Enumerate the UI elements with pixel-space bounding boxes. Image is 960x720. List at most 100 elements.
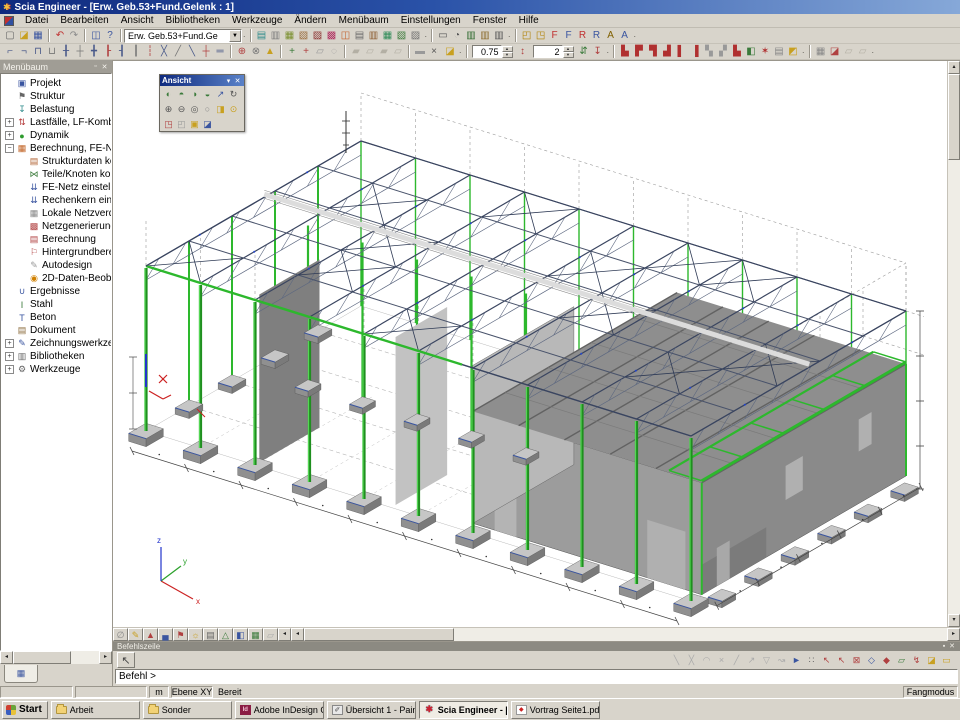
tree-item-stahl[interactable]: IStahl bbox=[1, 298, 111, 311]
toolbar-icon[interactable]: ◇ bbox=[864, 653, 879, 668]
view-top-icon[interactable]: ◒ bbox=[201, 87, 214, 100]
zoom-in-icon[interactable]: ⊕ bbox=[162, 102, 175, 115]
toolbar-icon[interactable]: ◪ bbox=[443, 45, 457, 59]
help-icon[interactable]: ? bbox=[103, 29, 117, 43]
mesh-view-icon[interactable]: ▦ bbox=[248, 628, 263, 641]
ansicht-palette-header[interactable]: Ansicht ▾ ✕ bbox=[160, 75, 244, 86]
task-vortrag-seite1-pdf-[interactable]: ◆Vortrag Seite1.pdf ... bbox=[511, 701, 600, 719]
toolbar-icon[interactable]: ▙ bbox=[618, 45, 632, 59]
scroll-thumb[interactable] bbox=[948, 74, 960, 160]
toolbar-icon[interactable]: ▰ bbox=[377, 45, 391, 59]
menu-datei[interactable]: Datei bbox=[19, 14, 54, 27]
toolbar-icon[interactable]: ▰ bbox=[349, 45, 363, 59]
menu-einstellungen[interactable]: Einstellungen bbox=[395, 14, 467, 27]
toolbar-icon[interactable]: ▧ bbox=[297, 29, 311, 43]
toolbar-icon[interactable]: ▤ bbox=[353, 29, 367, 43]
toolbar-icon[interactable]: ▱ bbox=[842, 45, 856, 59]
tree-item-projekt[interactable]: ▣Projekt bbox=[1, 77, 111, 90]
tree-item-dokument[interactable]: ▤Dokument bbox=[1, 324, 111, 337]
toolbar-icon[interactable]: R bbox=[576, 29, 590, 43]
tree-item-lastfälle-lf-kombinationen[interactable]: +⇅Lastfälle, LF-Kombinationen bbox=[1, 116, 111, 129]
project-combo[interactable]: Erw. Geb.53+Fund.Ge ▼ bbox=[124, 29, 242, 43]
close-icon[interactable]: ✕ bbox=[233, 77, 242, 85]
toolbar-icon[interactable]: ◳ bbox=[534, 29, 548, 43]
task-sonder[interactable]: Sonder bbox=[143, 701, 232, 719]
command-input[interactable]: Befehl > bbox=[115, 669, 958, 684]
toolbar-icon[interactable]: ▲ bbox=[263, 45, 277, 59]
scroll-thumb[interactable] bbox=[13, 651, 71, 664]
toolbar-icon[interactable]: R bbox=[590, 29, 604, 43]
collapse-icon[interactable]: − bbox=[5, 144, 14, 153]
start-button[interactable]: Start bbox=[2, 701, 48, 719]
tree-item-belastung[interactable]: ↧Belastung bbox=[1, 103, 111, 116]
entity-icon[interactable]: ▲ bbox=[143, 628, 158, 641]
scroll-right-icon[interactable]: ▸ bbox=[947, 628, 960, 641]
task-übersicht-1-paint[interactable]: ✐Übersicht 1 - Paint bbox=[327, 701, 416, 719]
toolbar-icon[interactable]: ↖ bbox=[834, 653, 849, 668]
toolbar-icon[interactable]: ▦ bbox=[814, 45, 828, 59]
toolbar-icon[interactable]: ╂ bbox=[59, 45, 73, 59]
light-icon[interactable]: ⊙ bbox=[227, 102, 240, 115]
toolbar-icon[interactable]: ▧ bbox=[395, 29, 409, 43]
toolbar-icon[interactable]: ▐ bbox=[688, 45, 702, 59]
toolbar-icon[interactable]: F bbox=[548, 29, 562, 43]
tree-item-berechnung[interactable]: ▤Berechnung bbox=[1, 233, 111, 246]
result-chart-icon[interactable]: ▄ bbox=[158, 628, 173, 641]
title-bar[interactable]: ✱ Scia Engineer - [Erw. Geb.53+Fund.Gele… bbox=[0, 0, 960, 14]
blank-icon[interactable]: ▱ bbox=[263, 628, 278, 641]
expand-icon[interactable]: + bbox=[5, 131, 14, 140]
menu-tree-header[interactable]: Menübaum ▫ ✕ bbox=[0, 60, 112, 73]
tree-item-2d-daten-beobachter[interactable]: ◉2D-Daten-Beobachter bbox=[1, 272, 111, 285]
zoom-out-icon[interactable]: ⊖ bbox=[175, 102, 188, 115]
toolbar-icon[interactable]: ▱ bbox=[856, 45, 870, 59]
scroll-thumb[interactable] bbox=[304, 628, 454, 641]
toolbar-icon[interactable]: ▥ bbox=[367, 29, 381, 43]
print-view-icon[interactable]: ▤ bbox=[203, 628, 218, 641]
toolbar-icon[interactable]: ↯ bbox=[909, 653, 924, 668]
toolbar-icon[interactable]: ▥ bbox=[269, 29, 283, 43]
scroll-up-icon[interactable]: ▴ bbox=[948, 61, 960, 74]
toolbar-icon[interactable]: + bbox=[299, 45, 313, 59]
toolbar-icon[interactable]: A bbox=[604, 29, 618, 43]
toolbar-icon[interactable]: ▟ bbox=[660, 45, 674, 59]
count-spinner[interactable]: 2 ▲▼ bbox=[533, 45, 574, 58]
toolbar-icon[interactable]: ↖ bbox=[819, 653, 834, 668]
close-icon[interactable]: ✕ bbox=[100, 63, 109, 71]
toolbar-icon[interactable]: ┃ bbox=[129, 45, 143, 59]
toolbar-icon[interactable]: × bbox=[427, 45, 441, 59]
toolbar-icon[interactable]: A bbox=[618, 29, 632, 43]
scroll-right-icon[interactable]: ▸ bbox=[99, 651, 112, 664]
tree-item-hintergrundberechnung[interactable]: ⚐Hintergrundberechnung bbox=[1, 246, 111, 259]
toolbar-icon[interactable]: × bbox=[714, 653, 729, 668]
scroll-down-icon[interactable]: ▾ bbox=[948, 614, 960, 627]
menu-bibliotheken[interactable]: Bibliotheken bbox=[160, 14, 226, 27]
ansicht-palette[interactable]: Ansicht ▾ ✕ ◐◓◑◒↗↻ ⊕⊖◎○◨⊙ ◳◰▣◪ bbox=[159, 74, 245, 132]
task-scia-engineer-[interactable]: ✱Scia Engineer - [... bbox=[419, 701, 508, 719]
toolbar-icon[interactable]: ◠ bbox=[699, 653, 714, 668]
toolbar-icon[interactable]: ┼ bbox=[199, 45, 213, 59]
print-icon[interactable]: ▭ bbox=[436, 29, 450, 43]
tree-item-beton[interactable]: TBeton bbox=[1, 311, 111, 324]
view-side-icon[interactable]: ◑ bbox=[188, 87, 201, 100]
undo-icon[interactable]: ↶ bbox=[53, 29, 67, 43]
tree-item-autodesign[interactable]: ✎Autodesign bbox=[1, 259, 111, 272]
tree-item-bibliotheken[interactable]: +▥Bibliotheken bbox=[1, 350, 111, 363]
toolbar-icon[interactable]: ╋ bbox=[87, 45, 101, 59]
light-mode-icon[interactable]: ☼ bbox=[188, 628, 203, 641]
toolbar-icon[interactable]: ↗ bbox=[744, 653, 759, 668]
menu-bearbeiten[interactable]: Bearbeiten bbox=[54, 14, 114, 27]
toolbar-icon[interactable]: + bbox=[285, 45, 299, 59]
strip-scroll-left-icon[interactable]: ◂ bbox=[278, 628, 291, 641]
toolbar-icon[interactable]: ↝ bbox=[774, 653, 789, 668]
menu-ändern[interactable]: Ändern bbox=[288, 14, 332, 27]
view-params-icon[interactable]: ◳ bbox=[162, 117, 175, 130]
toolbar-icon[interactable]: ▦ bbox=[381, 29, 395, 43]
view-iso-icon[interactable]: ◐ bbox=[162, 87, 175, 100]
scroll-left-icon[interactable]: ◂ bbox=[291, 628, 304, 641]
tree-item-dynamik[interactable]: +●Dynamik bbox=[1, 129, 111, 142]
toolbar-icon[interactable]: ╳ bbox=[684, 653, 699, 668]
command-panel-header[interactable]: Befehlszeile ▪ ✕ bbox=[113, 642, 960, 651]
pin-icon[interactable]: ▪ bbox=[940, 642, 948, 651]
wire-icon[interactable]: ◪ bbox=[201, 117, 214, 130]
clip-box-icon[interactable]: ◨ bbox=[214, 102, 227, 115]
